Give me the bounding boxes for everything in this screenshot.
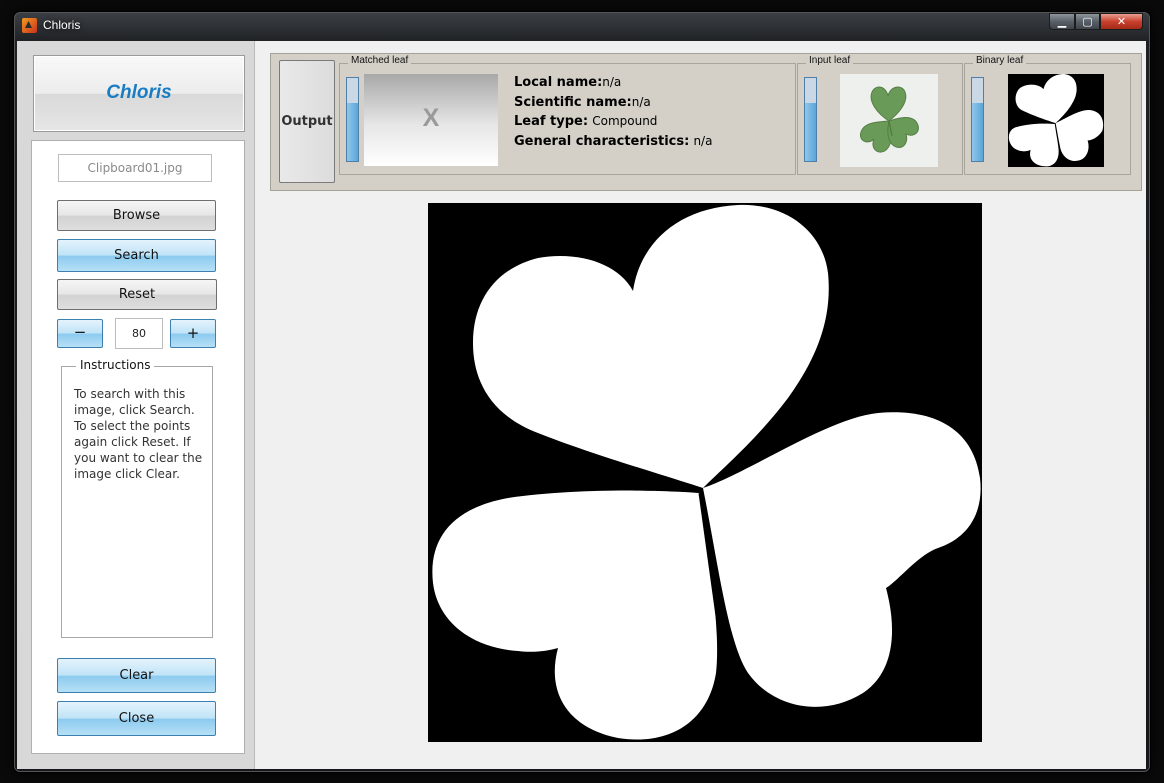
maximize-button[interactable]: ▢: [1075, 13, 1100, 30]
client-area: Chloris Clipboard01.jpg Browse Search Re…: [17, 41, 1146, 769]
close-window-button[interactable]: ✕: [1100, 13, 1143, 30]
scientific-name-label: Scientific name:: [514, 94, 632, 110]
reset-button[interactable]: Reset: [57, 279, 217, 310]
decrement-button[interactable]: −: [57, 319, 103, 348]
close-button[interactable]: Close: [57, 701, 216, 736]
matched-leaf-title: Matched leaf: [348, 55, 412, 66]
leaf-type-label: Leaf type:: [514, 114, 589, 129]
local-name-value: n/a: [602, 75, 622, 89]
title-bar[interactable]: Chloris ▁ ▢ ✕: [15, 13, 1149, 39]
matched-leaf-group: Matched leaf X Local name:n/a Scientific…: [339, 55, 796, 175]
no-match-placeholder: X: [422, 104, 440, 132]
matched-slider[interactable]: [346, 77, 359, 162]
output-button[interactable]: Output: [279, 60, 335, 183]
leaf-info: Local name:n/a Scientific name:n/a Leaf …: [514, 73, 712, 151]
clear-button[interactable]: Clear: [57, 658, 216, 693]
input-leaf-image: [840, 74, 938, 167]
binary-slider-fill: [972, 102, 983, 161]
increment-button[interactable]: +: [170, 319, 216, 348]
instructions-text: To search with this image, click Search.…: [74, 387, 203, 481]
leaf-type-value: Compound: [592, 114, 658, 128]
binary-leaf-title: Binary leaf: [973, 55, 1027, 66]
binary-slider[interactable]: [971, 77, 984, 162]
input-slider[interactable]: [804, 77, 817, 162]
brand-header: Chloris: [33, 55, 245, 132]
local-name-label: Local name:: [514, 75, 603, 90]
sidebar: Chloris Clipboard01.jpg Browse Search Re…: [17, 41, 255, 769]
binary-leaf-thumbnail: [1008, 74, 1104, 167]
clover-photo: [859, 86, 919, 153]
general-characteristics-value: n/a: [693, 133, 713, 148]
browse-button[interactable]: Browse: [57, 200, 216, 231]
file-name-field[interactable]: Clipboard01.jpg: [58, 154, 212, 182]
matched-leaf-image: X: [364, 74, 498, 166]
scientific-name-value: n/a: [631, 94, 651, 109]
matlab-icon: [22, 18, 37, 33]
window-title: Chloris: [43, 18, 81, 32]
binary-clover-thumb: [1008, 74, 1104, 167]
instructions-title: Instructions: [76, 358, 155, 372]
input-leaf-group: Input leaf: [797, 55, 963, 175]
output-panel: Output Matched leaf X Local name:n/a Sci…: [270, 53, 1142, 191]
app-window: Chloris ▁ ▢ ✕ Chloris Clipboard01.jpg Br…: [14, 12, 1150, 772]
minimize-button[interactable]: ▁: [1049, 13, 1075, 30]
control-panel: Clipboard01.jpg Browse Search Reset − 80…: [31, 140, 245, 754]
binary-leaf-image: [428, 203, 982, 742]
matched-slider-fill: [347, 102, 358, 161]
brand-title: Chloris: [106, 82, 172, 103]
threshold-field[interactable]: 80: [115, 318, 163, 349]
binary-clover: [432, 204, 981, 740]
binary-leaf-group: Binary leaf: [964, 55, 1131, 175]
input-slider-fill: [805, 102, 816, 161]
instructions-box: Instructions To search with this image, …: [61, 358, 213, 638]
general-characteristics-label: General characteristics:: [514, 133, 690, 149]
input-leaf-title: Input leaf: [806, 55, 854, 66]
search-button[interactable]: Search: [57, 239, 216, 272]
